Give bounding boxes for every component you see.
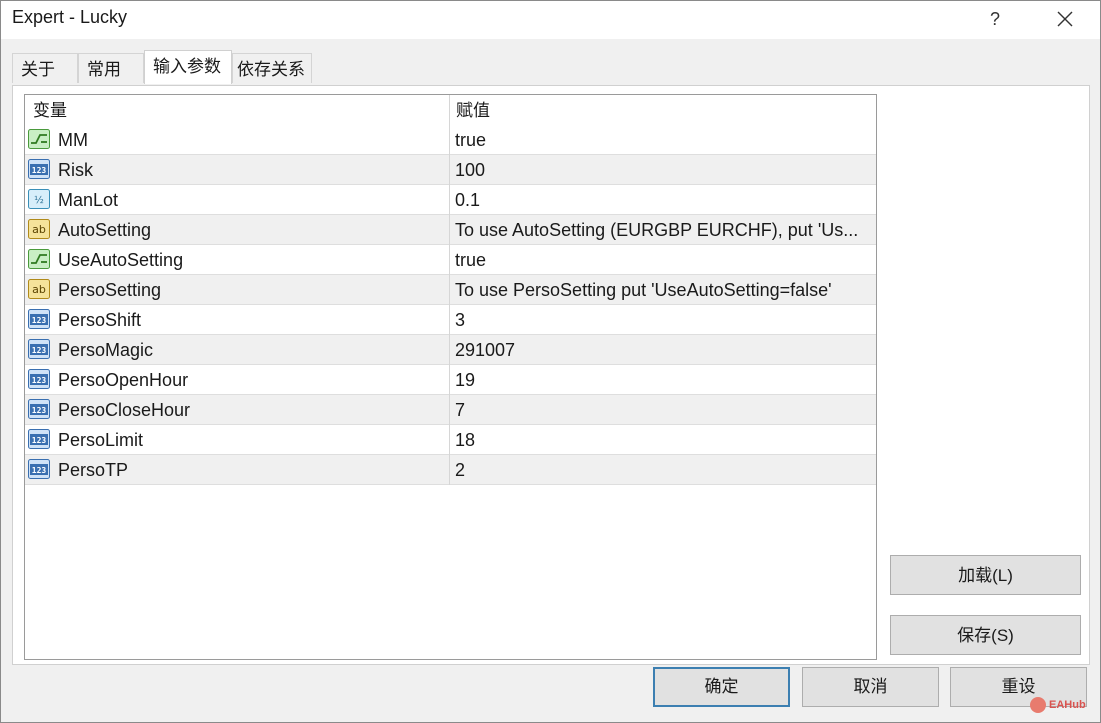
table-row[interactable]: 123 PersoShift 3 xyxy=(25,305,876,335)
cancel-button[interactable]: 取消 xyxy=(802,667,939,707)
close-icon xyxy=(1057,11,1073,27)
svg-text:123: 123 xyxy=(32,166,47,175)
column-header-variable[interactable]: 变量 xyxy=(33,95,67,125)
svg-text:123: 123 xyxy=(32,376,47,385)
table-row[interactable]: 123 PersoOpenHour 19 xyxy=(25,365,876,395)
title-bar: Expert - Lucky ? xyxy=(1,1,1100,39)
string-icon: ab xyxy=(28,219,50,239)
int-icon: 123 xyxy=(28,399,50,419)
table-row[interactable]: ab PersoSetting To use PersoSetting put 'U… xyxy=(25,275,876,305)
tab-inputs[interactable]: 输入参数 xyxy=(144,50,232,84)
svg-text:123: 123 xyxy=(32,466,47,475)
close-button[interactable] xyxy=(1047,4,1083,34)
watermark-logo-icon xyxy=(1030,697,1046,713)
svg-text:123: 123 xyxy=(32,316,47,325)
svg-text:123: 123 xyxy=(32,406,47,415)
string-icon: ab xyxy=(28,279,50,299)
load-button[interactable]: 加载(L) xyxy=(890,555,1081,595)
variable-value[interactable]: 3 xyxy=(455,305,870,335)
variable-value[interactable]: 7 xyxy=(455,395,870,425)
variable-name: PersoMagic xyxy=(58,340,154,360)
inputs-table: 变量 赋值 MM true 123 Risk 100 ½ ManLot 0.1 ab AutoSe… xyxy=(24,94,877,660)
variable-name: UseAutoSetting xyxy=(58,250,184,270)
svg-text:½: ½ xyxy=(34,194,44,206)
variable-value[interactable]: 19 xyxy=(455,365,870,395)
column-divider xyxy=(449,95,450,485)
table-row[interactable]: MM true xyxy=(25,125,876,155)
int-icon: 123 xyxy=(28,429,50,449)
table-row[interactable]: 123 PersoLimit 18 xyxy=(25,425,876,455)
variable-value[interactable]: To use PersoSetting put 'UseAutoSetting=… xyxy=(455,275,870,305)
variable-value[interactable]: 100 xyxy=(455,155,870,185)
bool-icon xyxy=(28,129,50,149)
variable-value[interactable]: 2 xyxy=(455,455,870,485)
tab-about[interactable]: 关于 xyxy=(12,53,78,83)
ok-button[interactable]: 确定 xyxy=(653,667,790,707)
column-header-value[interactable]: 赋值 xyxy=(456,95,490,125)
table-row[interactable]: UseAutoSetting true xyxy=(25,245,876,275)
variable-name: PersoSetting xyxy=(58,280,162,300)
variable-name: MM xyxy=(58,130,88,150)
table-row[interactable]: 123 PersoMagic 291007 xyxy=(25,335,876,365)
bool-icon xyxy=(28,249,50,269)
table-row[interactable]: 123 PersoTP 2 xyxy=(25,455,876,485)
variable-name: PersoTP xyxy=(58,460,129,480)
variable-value[interactable]: To use AutoSetting (EURGBP EURCHF), put … xyxy=(455,215,870,245)
variable-name: ManLot xyxy=(58,190,119,210)
int-icon: 123 xyxy=(28,309,50,329)
double-icon: ½ xyxy=(28,189,50,209)
save-button[interactable]: 保存(S) xyxy=(890,615,1081,655)
svg-text:123: 123 xyxy=(32,346,47,355)
table-header: 变量 赋值 xyxy=(25,95,876,125)
help-button[interactable]: ? xyxy=(977,4,1013,34)
variable-value[interactable]: true xyxy=(455,245,870,275)
variable-value[interactable]: 291007 xyxy=(455,335,870,365)
tab-common[interactable]: 常用 xyxy=(78,53,144,83)
int-icon: 123 xyxy=(28,369,50,389)
table-row[interactable]: ab AutoSetting To use AutoSetting (EURGBP … xyxy=(25,215,876,245)
int-icon: 123 xyxy=(28,459,50,479)
variable-value[interactable]: 18 xyxy=(455,425,870,455)
table-row[interactable]: ½ ManLot 0.1 xyxy=(25,185,876,215)
variable-name: PersoShift xyxy=(58,310,142,330)
window-title: Expert - Lucky xyxy=(12,7,128,27)
int-icon: 123 xyxy=(28,159,50,179)
variable-value[interactable]: 0.1 xyxy=(455,185,870,215)
variable-name: PersoLimit xyxy=(58,430,144,450)
expert-properties-dialog: Expert - Lucky ? 关于 常用 输入参数 依存关系 变量 赋值 M… xyxy=(0,0,1101,723)
int-icon: 123 xyxy=(28,339,50,359)
svg-text:ab: ab xyxy=(32,283,46,296)
table-row[interactable]: 123 Risk 100 xyxy=(25,155,876,185)
variable-value[interactable]: true xyxy=(455,125,870,155)
svg-text:ab: ab xyxy=(32,223,46,236)
svg-text:123: 123 xyxy=(32,436,47,445)
variable-name: AutoSetting xyxy=(58,220,152,240)
variable-name: PersoCloseHour xyxy=(58,400,191,420)
variable-name: Risk xyxy=(58,160,93,180)
watermark: EAHub xyxy=(1030,697,1086,719)
variable-name: PersoOpenHour xyxy=(58,370,189,390)
tab-dependencies[interactable]: 依存关系 xyxy=(232,53,312,83)
table-row[interactable]: 123 PersoCloseHour 7 xyxy=(25,395,876,425)
